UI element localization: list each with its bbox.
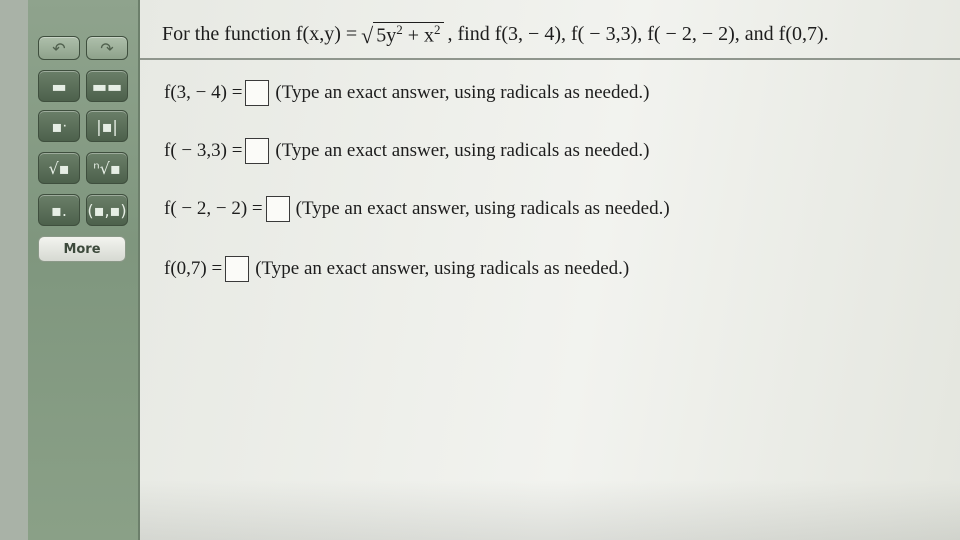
square-root-expression: √ 5y2 + x2 [361,22,444,48]
question-panel: For the function f(x,y) = √ 5y2 + x2 , f… [140,0,960,540]
absolute-value-icon[interactable]: |▪| [86,110,128,142]
palette-row-fractions: ▬ ▬▬ [38,70,128,102]
answer-input[interactable] [245,80,270,106]
answer-input[interactable] [245,138,270,164]
ordered-pair-icon[interactable]: (▪,▪) [86,194,128,226]
question-row: f(3, − 4) = (Type an exact answer, using… [164,80,649,106]
question-row: f( − 3,3) = (Type an exact answer, using… [164,138,649,164]
mixed-number-icon[interactable]: ▬▬ [86,70,128,102]
problem-tail: , find f(3, − 4), f( − 3,3), f( − 2, − 2… [447,22,829,45]
answer-input[interactable] [225,256,250,282]
question-label: f(0,7) = [164,258,223,279]
undo-icon[interactable]: ↶ [38,36,80,60]
fraction-icon[interactable]: ▬ [38,70,80,102]
square-root-icon[interactable]: √▪ [38,152,80,184]
math-palette: ↶ ↷ ▬ ▬▬ ▪ᐧ |▪| √▪ ⁿ√▪ ▪. (▪,▪) More [28,0,140,540]
palette-row-roots: √▪ ⁿ√▪ [38,152,128,184]
decimal-icon[interactable]: ▪. [38,194,80,226]
radicand: 5y2 + x2 [373,22,444,47]
answer-hint: (Type an exact answer, using radicals as… [255,258,630,279]
palette-row-undo: ↶ ↷ [38,36,128,60]
problem-intro: For the function f(x,y) = [162,22,358,45]
answer-hint: (Type an exact answer, using radicals as… [295,198,670,219]
question-label: f( − 2, − 2) = [164,198,263,219]
answer-input[interactable] [265,196,290,222]
question-row: f( − 2, − 2) = (Type an exact answer, us… [164,196,670,222]
screen-glare [140,480,960,540]
nth-root-icon[interactable]: ⁿ√▪ [86,152,128,184]
more-button[interactable]: More [38,236,126,262]
window-margin [0,0,28,540]
radicand-term-1: 5y [376,24,397,47]
palette-row-exponents: ▪ᐧ |▪| [38,110,128,142]
question-row: f(0,7) = (Type an exact answer, using ra… [164,256,629,282]
redo-icon[interactable]: ↷ [86,36,128,60]
problem-header: For the function f(x,y) = √ 5y2 + x2 , f… [140,0,960,60]
question-label: f(3, − 4) = [164,82,243,103]
exponent-2: 2 [434,22,441,37]
answer-hint: (Type an exact answer, using radicals as… [275,82,650,103]
radical-sign-icon: √ [361,22,374,48]
palette-row-misc: ▪. (▪,▪) [38,194,128,226]
question-label: f( − 3,3) = [164,140,243,161]
answer-hint: (Type an exact answer, using radicals as… [275,140,650,161]
radicand-term-2: + x [402,24,434,47]
exponent-icon[interactable]: ▪ᐧ [38,110,80,142]
problem-statement: For the function f(x,y) = √ 5y2 + x2 , f… [162,22,829,47]
